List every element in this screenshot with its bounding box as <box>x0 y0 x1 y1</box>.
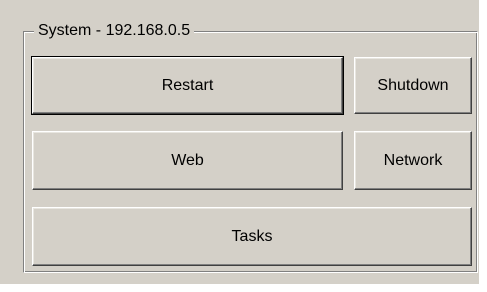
group-title: System - 192.168.0.5 <box>34 21 195 41</box>
shutdown-button[interactable]: Shutdown <box>354 57 472 114</box>
dialog-panel: System - 192.168.0.5 Restart Shutdown We… <box>0 0 479 284</box>
web-button[interactable]: Web <box>32 131 343 190</box>
network-button[interactable]: Network <box>354 131 472 190</box>
restart-button[interactable]: Restart <box>31 56 344 115</box>
tasks-button[interactable]: Tasks <box>32 207 472 266</box>
